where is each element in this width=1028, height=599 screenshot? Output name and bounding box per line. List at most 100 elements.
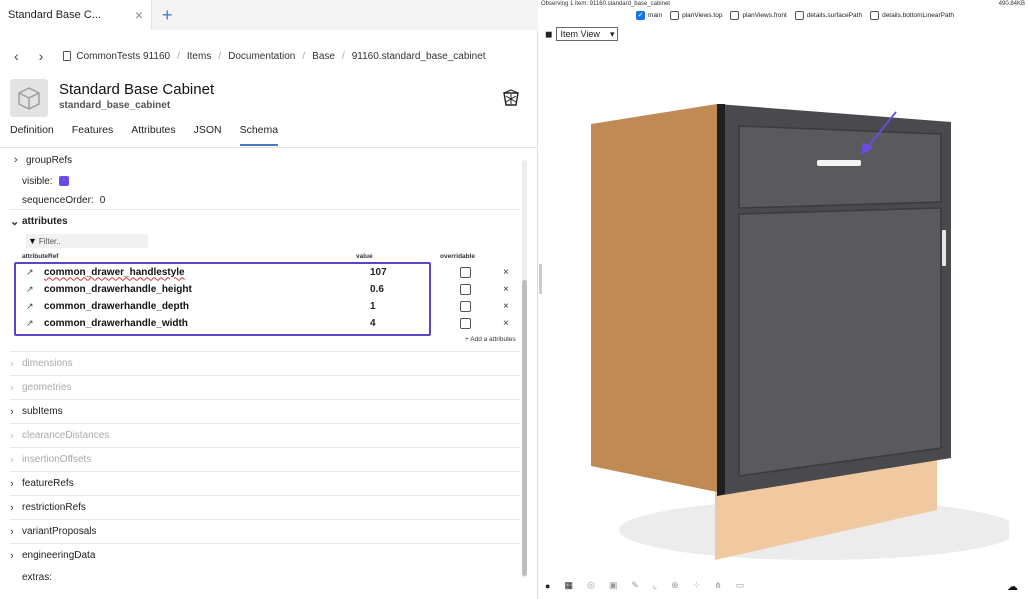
- section-geometries[interactable]: › geometries: [10, 375, 520, 399]
- overridable-checkbox[interactable]: [460, 317, 471, 329]
- section-restrictionrefs[interactable]: › restrictionRefs: [10, 495, 520, 519]
- drawer-front: [738, 125, 942, 209]
- attributes-label: attributes: [22, 216, 68, 227]
- page-subtitle: standard_base_cabinet: [59, 100, 171, 111]
- pen-icon[interactable]: ✎: [631, 580, 639, 591]
- breadcrumb: ‹ › CommonTests 91160 / Items / Document…: [14, 46, 486, 66]
- attribute-value[interactable]: 1: [370, 301, 460, 312]
- section-label: subItems: [22, 406, 63, 417]
- attribute-value[interactable]: 107: [370, 267, 460, 278]
- sequence-label: sequenceOrder:: [22, 194, 94, 206]
- layer-main[interactable]: ✓ main: [636, 11, 662, 20]
- tab-label: Standard Base C...: [8, 9, 101, 21]
- section-insertionoffsets[interactable]: › insertionOffsets: [10, 447, 520, 471]
- layer-details-surfacepath[interactable]: details.surfacePath: [794, 11, 862, 20]
- checkbox[interactable]: [670, 11, 680, 20]
- chevron-down-icon: ▾: [609, 28, 615, 39]
- attributes-section-header[interactable]: ⌄ attributes: [10, 209, 520, 233]
- palette-icon[interactable]: ●: [545, 581, 550, 591]
- chevron-right-icon: ›: [10, 477, 14, 490]
- visible-label: visible:: [22, 175, 53, 187]
- cabinet-3d-view[interactable]: [569, 90, 1009, 570]
- remove-icon[interactable]: ×: [503, 267, 509, 278]
- grouprefs-row[interactable]: › groupRefs: [10, 150, 520, 170]
- section-dimensions[interactable]: › dimensions: [10, 351, 520, 375]
- table-row: ↗ common_drawerhandle_depth 1 ×: [26, 299, 516, 313]
- close-icon[interactable]: ×: [135, 7, 143, 23]
- attribute-value[interactable]: 4: [370, 318, 460, 329]
- attribute-name[interactable]: common_drawer_handlestyle: [40, 267, 370, 278]
- grid-icon[interactable]: ▦: [564, 580, 573, 591]
- section-label: engineeringData: [22, 550, 96, 561]
- chevron-right-icon: ›: [10, 453, 14, 466]
- schema-tree: › groupRefs visible: sequenceOrder: 0 ⌄ …: [10, 150, 524, 590]
- external-link-icon[interactable]: ↗: [26, 267, 40, 278]
- tab-json[interactable]: JSON: [194, 124, 222, 146]
- checkbox[interactable]: [730, 11, 740, 20]
- breadcrumb-item[interactable]: 91160.standard_base_cabinet: [352, 51, 486, 62]
- section-featurerefs[interactable]: › featureRefs: [10, 471, 520, 495]
- checkbox-checked[interactable]: ✓: [636, 11, 645, 20]
- col-header-overridable: overridable: [440, 253, 476, 260]
- external-link-icon[interactable]: ↗: [26, 284, 40, 295]
- page-title: Standard Base Cabinet: [59, 81, 215, 98]
- view-select[interactable]: Item View ▾: [556, 27, 619, 41]
- drawer-handle: [817, 160, 861, 166]
- overridable-checkbox[interactable]: [460, 300, 471, 312]
- breadcrumb-item[interactable]: Base: [312, 51, 335, 62]
- section-engineeringdata[interactable]: › engineeringData: [10, 543, 520, 567]
- dots-icon[interactable]: ⁘: [693, 580, 701, 591]
- attribute-name[interactable]: common_drawerhandle_height: [40, 284, 370, 295]
- filter-input[interactable]: ▼ Filter..: [26, 234, 148, 248]
- tab-definition[interactable]: Definition: [10, 124, 54, 146]
- forward-arrow-icon[interactable]: ›: [39, 48, 44, 64]
- attribute-name[interactable]: common_drawerhandle_depth: [40, 301, 370, 312]
- compass-icon[interactable]: ◎: [587, 580, 595, 591]
- layer-planviews-front[interactable]: planViews.front: [730, 11, 787, 20]
- external-link-icon[interactable]: ↗: [26, 318, 40, 329]
- section-label: restrictionRefs: [22, 502, 86, 513]
- breadcrumb-item[interactable]: Items: [187, 51, 211, 62]
- tab-standard-base-cabinet[interactable]: Standard Base C... ×: [0, 0, 152, 30]
- checkbox[interactable]: [870, 11, 880, 20]
- box-icon[interactable]: ▣: [609, 580, 618, 591]
- chevron-right-icon: ›: [10, 405, 14, 418]
- target-icon[interactable]: ⊕: [671, 580, 679, 591]
- resize-handle[interactable]: [539, 264, 542, 294]
- breadcrumb-separator: /: [341, 50, 345, 62]
- breadcrumb-item[interactable]: Documentation: [228, 51, 295, 62]
- overridable-checkbox[interactable]: [460, 283, 471, 295]
- tab-schema[interactable]: Schema: [239, 124, 279, 146]
- back-arrow-icon[interactable]: ‹: [14, 48, 19, 64]
- layer-planviews-top[interactable]: planViews.top: [670, 11, 722, 20]
- add-attributes-button[interactable]: + Add a attributes: [465, 336, 516, 343]
- color-swatch[interactable]: [58, 176, 69, 186]
- attribute-name[interactable]: common_drawerhandle_width: [40, 318, 370, 329]
- filter-placeholder: Filter..: [38, 236, 61, 246]
- layer-details-bottomlinearpath[interactable]: details.bottomLinearPath: [870, 11, 954, 20]
- delete-basket-icon[interactable]: [502, 89, 520, 107]
- remove-icon[interactable]: ×: [503, 301, 509, 312]
- hierarchy-icon[interactable]: ⋔: [714, 580, 722, 591]
- breadcrumb-item[interactable]: CommonTests 91160: [76, 51, 170, 62]
- cloud-download-icon[interactable]: ☁: [1007, 580, 1018, 593]
- new-tab-button[interactable]: +: [162, 5, 173, 26]
- attribute-value[interactable]: 0.6: [370, 284, 460, 295]
- section-clearancedistances[interactable]: › clearanceDistances: [10, 423, 520, 447]
- section-variantproposals[interactable]: › variantProposals: [10, 519, 520, 543]
- door-handle: [942, 230, 946, 266]
- section-subitems[interactable]: › subItems: [10, 399, 520, 423]
- image-icon[interactable]: ▭: [736, 580, 745, 591]
- external-link-icon[interactable]: ↗: [26, 301, 40, 312]
- cabinet-side: [591, 104, 717, 492]
- observing-text: Observing 1 item: 91160.standard_base_ca…: [541, 1, 670, 7]
- breadcrumb-separator: /: [218, 50, 222, 62]
- remove-icon[interactable]: ×: [503, 318, 509, 329]
- crop-icon[interactable]: ⌞: [653, 580, 657, 591]
- remove-icon[interactable]: ×: [503, 284, 509, 295]
- scrollbar-thumb[interactable]: [522, 280, 527, 576]
- tab-attributes[interactable]: Attributes: [131, 124, 175, 146]
- overridable-checkbox[interactable]: [460, 266, 471, 278]
- tab-features[interactable]: Features: [72, 124, 113, 146]
- checkbox[interactable]: [794, 11, 804, 20]
